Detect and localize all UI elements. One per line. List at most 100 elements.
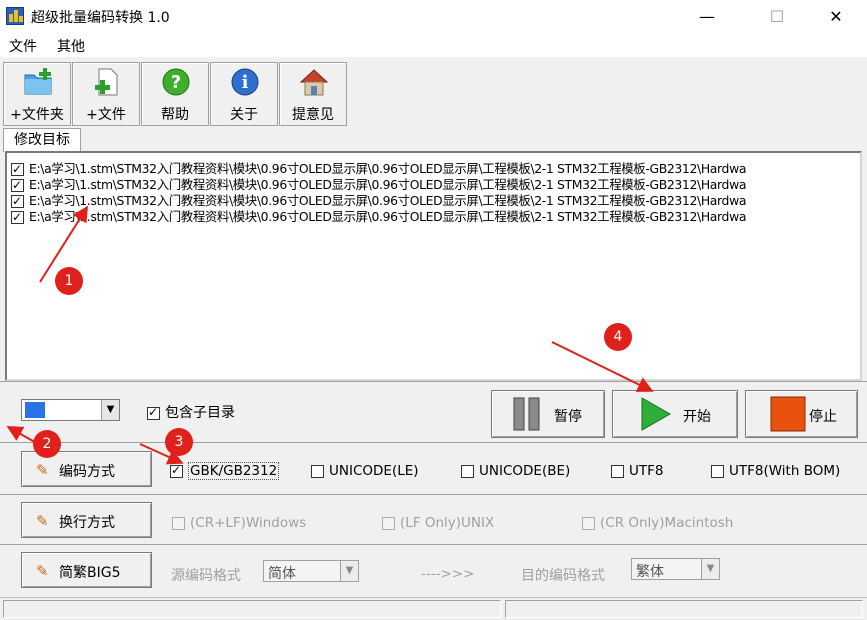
chevron-down-icon[interactable]: ▼ bbox=[340, 561, 358, 581]
divider bbox=[0, 544, 867, 545]
option-label: (CR+LF)Windows bbox=[190, 515, 307, 531]
divider bbox=[0, 442, 867, 443]
house-icon bbox=[299, 69, 329, 96]
include-subdirs-checkbox[interactable]: 包含子目录 bbox=[147, 402, 235, 422]
source-encoding-value: 简体 bbox=[268, 566, 296, 582]
option-label: UTF8 bbox=[629, 463, 664, 479]
info-icon: i bbox=[231, 68, 259, 96]
option-label: GBK/GB2312 bbox=[188, 462, 280, 480]
help-label: 帮助 bbox=[161, 107, 189, 123]
list-item-checkbox[interactable] bbox=[11, 193, 24, 209]
menu-other[interactable]: 其他 bbox=[57, 36, 85, 56]
checkbox-box[interactable] bbox=[170, 463, 183, 478]
option-label: UNICODE(LE) bbox=[329, 463, 419, 479]
annotation-badge-2: 2 bbox=[33, 430, 61, 458]
help-button[interactable]: ? 帮助 bbox=[141, 62, 209, 126]
checkbox-box[interactable] bbox=[611, 464, 624, 478]
annotation-badge-1: 1 bbox=[55, 267, 83, 295]
svg-text:i: i bbox=[242, 72, 249, 93]
annotation-badge-4: 4 bbox=[604, 323, 632, 351]
stop-label: 停止 bbox=[809, 409, 837, 425]
chevron-down-icon[interactable]: ▼ bbox=[701, 559, 719, 579]
checkbox-box[interactable] bbox=[461, 464, 474, 478]
folder-add-icon bbox=[24, 68, 52, 95]
status-pane bbox=[505, 600, 863, 618]
encoding-option-gbk[interactable]: GBK/GB2312 bbox=[170, 462, 280, 480]
list-item[interactable]: E:\a学习\1.stm\STM32入门教程资料\模块\0.96寸OLED显示屏… bbox=[11, 177, 746, 193]
target-encoding-select[interactable]: 繁体 ▼ bbox=[631, 558, 720, 580]
target-encoding-value: 繁体 bbox=[636, 564, 664, 580]
big5-label: 简繁BIG5 bbox=[59, 565, 121, 581]
divider bbox=[0, 381, 867, 382]
close-button[interactable]: ✕ bbox=[813, 0, 859, 33]
source-encoding-label: 源编码格式 bbox=[171, 568, 241, 584]
add-file-label: +文件 bbox=[86, 107, 126, 123]
checkbox-box[interactable] bbox=[382, 516, 395, 530]
status-pane bbox=[3, 600, 501, 618]
color-select[interactable]: ▼ bbox=[21, 399, 120, 421]
play-icon bbox=[641, 397, 672, 431]
source-encoding-select[interactable]: 简体 ▼ bbox=[263, 560, 359, 582]
start-label: 开始 bbox=[683, 409, 711, 425]
add-folder-label: +文件夹 bbox=[10, 107, 64, 123]
list-item-checkbox[interactable] bbox=[11, 161, 24, 177]
list-item[interactable]: E:\a学习\1.stm\STM32入门教程资料\模块\0.96寸OLED显示屏… bbox=[11, 161, 746, 177]
annotation-badge-3: 3 bbox=[165, 428, 193, 456]
pencil-icon: ✎ bbox=[36, 461, 49, 479]
start-button[interactable]: 开始 bbox=[612, 390, 738, 438]
about-button[interactable]: i 关于 bbox=[210, 62, 278, 126]
app-icon bbox=[6, 7, 24, 25]
color-swatch bbox=[25, 402, 45, 418]
checkbox-box[interactable] bbox=[711, 464, 724, 478]
linebreak-option-macintosh[interactable]: (CR Only)Macintosh bbox=[582, 515, 733, 531]
option-label: (CR Only)Macintosh bbox=[600, 515, 734, 531]
checkbox-box[interactable] bbox=[172, 516, 185, 530]
menu-bar: 文件 其他 bbox=[0, 33, 867, 57]
checkbox-box[interactable] bbox=[311, 464, 324, 478]
linebreak-option-windows[interactable]: (CR+LF)Windows bbox=[172, 515, 306, 531]
list-item-path: E:\a学习\1.stm\STM32入门教程资料\模块\0.96寸OLED显示屏… bbox=[29, 161, 747, 176]
feedback-label: 提意见 bbox=[292, 107, 334, 123]
encoding-option-unicode-be[interactable]: UNICODE(BE) bbox=[461, 463, 570, 479]
list-item-path: E:\a学习\1.stm\STM32入门教程资料\模块\0.96寸OLED显示屏… bbox=[29, 177, 747, 192]
list-item[interactable]: E:\a学习\1.stm\STM32入门教程资料\模块\0.96寸OLED显示屏… bbox=[11, 193, 746, 209]
pause-label: 暂停 bbox=[554, 409, 582, 425]
file-list[interactable]: E:\a学习\1.stm\STM32入门教程资料\模块\0.96寸OLED显示屏… bbox=[5, 151, 862, 381]
pencil-icon: ✎ bbox=[36, 512, 49, 530]
add-file-button[interactable]: +文件 bbox=[72, 62, 140, 126]
window-title: 超级批量编码转换 1.0 bbox=[31, 10, 170, 26]
feedback-button[interactable]: 提意见 bbox=[279, 62, 347, 126]
stop-icon bbox=[770, 396, 806, 432]
linebreak-mode-button[interactable]: ✎ 换行方式 bbox=[21, 502, 152, 538]
encoding-option-unicode-le[interactable]: UNICODE(LE) bbox=[311, 463, 419, 479]
list-item-checkbox[interactable] bbox=[11, 177, 24, 193]
file-add-icon bbox=[95, 68, 118, 96]
minimize-button[interactable]: — bbox=[684, 0, 730, 33]
option-label: UNICODE(BE) bbox=[479, 463, 571, 479]
divider bbox=[0, 494, 867, 495]
list-item-checkbox[interactable] bbox=[11, 209, 24, 225]
target-encoding-label: 目的编码格式 bbox=[521, 568, 605, 584]
stop-button[interactable]: 停止 bbox=[745, 390, 858, 438]
checkbox-box[interactable] bbox=[582, 516, 595, 530]
linebreak-option-unix[interactable]: (LF Only)UNIX bbox=[382, 515, 494, 531]
list-item-path: E:\a学习\1.stm\STM32入门教程资料\模块\0.96寸OLED显示屏… bbox=[29, 209, 747, 224]
option-label: (LF Only)UNIX bbox=[400, 515, 495, 531]
tab-modify-target[interactable]: 修改目标 bbox=[3, 128, 81, 152]
encoding-option-utf8[interactable]: UTF8 bbox=[611, 463, 663, 479]
list-item-path: E:\a学习\1.stm\STM32入门教程资料\模块\0.96寸OLED显示屏… bbox=[29, 193, 747, 208]
pause-icon bbox=[513, 397, 540, 431]
list-item[interactable]: E:\a学习\1.stm\STM32入门教程资料\模块\0.96寸OLED显示屏… bbox=[11, 209, 746, 225]
encoding-option-utf8-bom[interactable]: UTF8(With BOM) bbox=[711, 463, 840, 479]
option-label: UTF8(With BOM) bbox=[729, 463, 841, 479]
include-subdirs-label: 包含子目录 bbox=[165, 405, 235, 421]
maximize-button[interactable]: ☐ bbox=[754, 0, 800, 33]
svg-text:?: ? bbox=[171, 72, 181, 93]
checkbox-box[interactable] bbox=[147, 405, 160, 420]
pause-button[interactable]: 暂停 bbox=[491, 390, 605, 438]
pencil-icon: ✎ bbox=[36, 562, 49, 580]
big5-button[interactable]: ✎ 简繁BIG5 bbox=[21, 552, 152, 588]
add-folder-button[interactable]: +文件夹 bbox=[3, 62, 71, 126]
menu-file[interactable]: 文件 bbox=[9, 36, 37, 56]
chevron-down-icon[interactable]: ▼ bbox=[101, 400, 119, 420]
